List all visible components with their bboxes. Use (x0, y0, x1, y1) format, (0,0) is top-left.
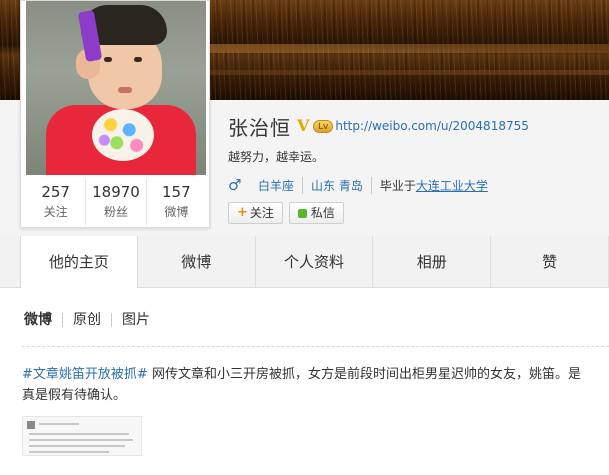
profile-motto: 越努力，越幸运。 (228, 150, 325, 164)
divider (22, 346, 609, 347)
name-row: 张治恒 V Lv http://weibo.com/u/2004818755 (228, 112, 598, 140)
profile-info: 张治恒 V Lv http://weibo.com/u/2004818755 越… (228, 112, 598, 224)
stat-label: 微博 (164, 205, 189, 219)
stat-label: 关注 (43, 205, 68, 219)
feed-filter: 微博 原创 图片 (22, 310, 609, 330)
post-image-thumbnail[interactable] (22, 416, 142, 456)
tab-profile-info[interactable]: 个人资料 (256, 236, 374, 287)
feed-content: 微博 原创 图片 #文章姚笛开放被抓# 网传文章和小三开房被抓，女方是前段时间出… (0, 288, 609, 475)
stat-following[interactable]: 257 关注 (26, 179, 87, 225)
avatar-card: 257 关注 18970 粉丝 157 微博 (20, 0, 210, 228)
message-label: 私信 (310, 206, 335, 220)
constellation-link[interactable]: 白羊座 (250, 177, 302, 194)
profile-name: 张治恒 (228, 115, 291, 140)
stat-posts[interactable]: 157 微博 (147, 179, 206, 225)
follow-button[interactable]: + 关注 (228, 202, 283, 224)
stat-followers[interactable]: 18970 粉丝 (86, 179, 147, 225)
profile-stats: 257 关注 18970 粉丝 157 微博 (26, 179, 206, 225)
stat-value: 18970 (92, 183, 140, 201)
post-text: #文章姚笛开放被抓# 网传文章和小三开房被抓，女方是前段时间出柜男星迟帅的女友，… (22, 364, 592, 406)
tab-home[interactable]: 他的主页 (20, 236, 138, 289)
education-prefix: 毕业于 (379, 178, 416, 193)
profile-tabs: 他的主页 微博 个人资料 相册 赞 (0, 236, 609, 289)
verified-icon[interactable]: V (297, 118, 311, 134)
stat-value: 257 (41, 183, 70, 201)
plus-icon: + (237, 205, 248, 220)
tab-weibo[interactable]: 微博 (138, 236, 256, 287)
stat-value: 157 (162, 183, 191, 201)
follow-label: 关注 (249, 206, 274, 220)
location-link[interactable]: 山东 青岛 (302, 176, 371, 194)
stat-label: 粉丝 (103, 205, 128, 219)
profile-tags: ♂ 白羊座 山东 青岛 毕业于大连工业大学 (228, 174, 598, 196)
tab-likes[interactable]: 赞 (491, 236, 609, 287)
tab-album[interactable]: 相册 (373, 236, 492, 287)
cover-texture (210, 70, 609, 75)
level-badge-icon[interactable]: Lv (313, 119, 334, 133)
cover-texture (210, 44, 609, 53)
hashtag-link[interactable]: #文章姚笛开放被抓# (22, 367, 148, 382)
education-info: 毕业于大连工业大学 (370, 176, 496, 194)
message-icon (297, 208, 307, 218)
action-buttons: + 关注 私信 (228, 202, 598, 224)
school-link[interactable]: 大连工业大学 (416, 179, 488, 193)
filter-all[interactable]: 微博 (22, 313, 62, 327)
profile-url-link[interactable]: http://weibo.com/u/2004818755 (335, 119, 529, 133)
male-icon: ♂ (228, 176, 242, 194)
filter-images[interactable]: 图片 (111, 313, 160, 327)
message-button[interactable]: 私信 (288, 202, 344, 224)
avatar[interactable] (26, 1, 206, 175)
filter-original[interactable]: 原创 (62, 313, 111, 327)
